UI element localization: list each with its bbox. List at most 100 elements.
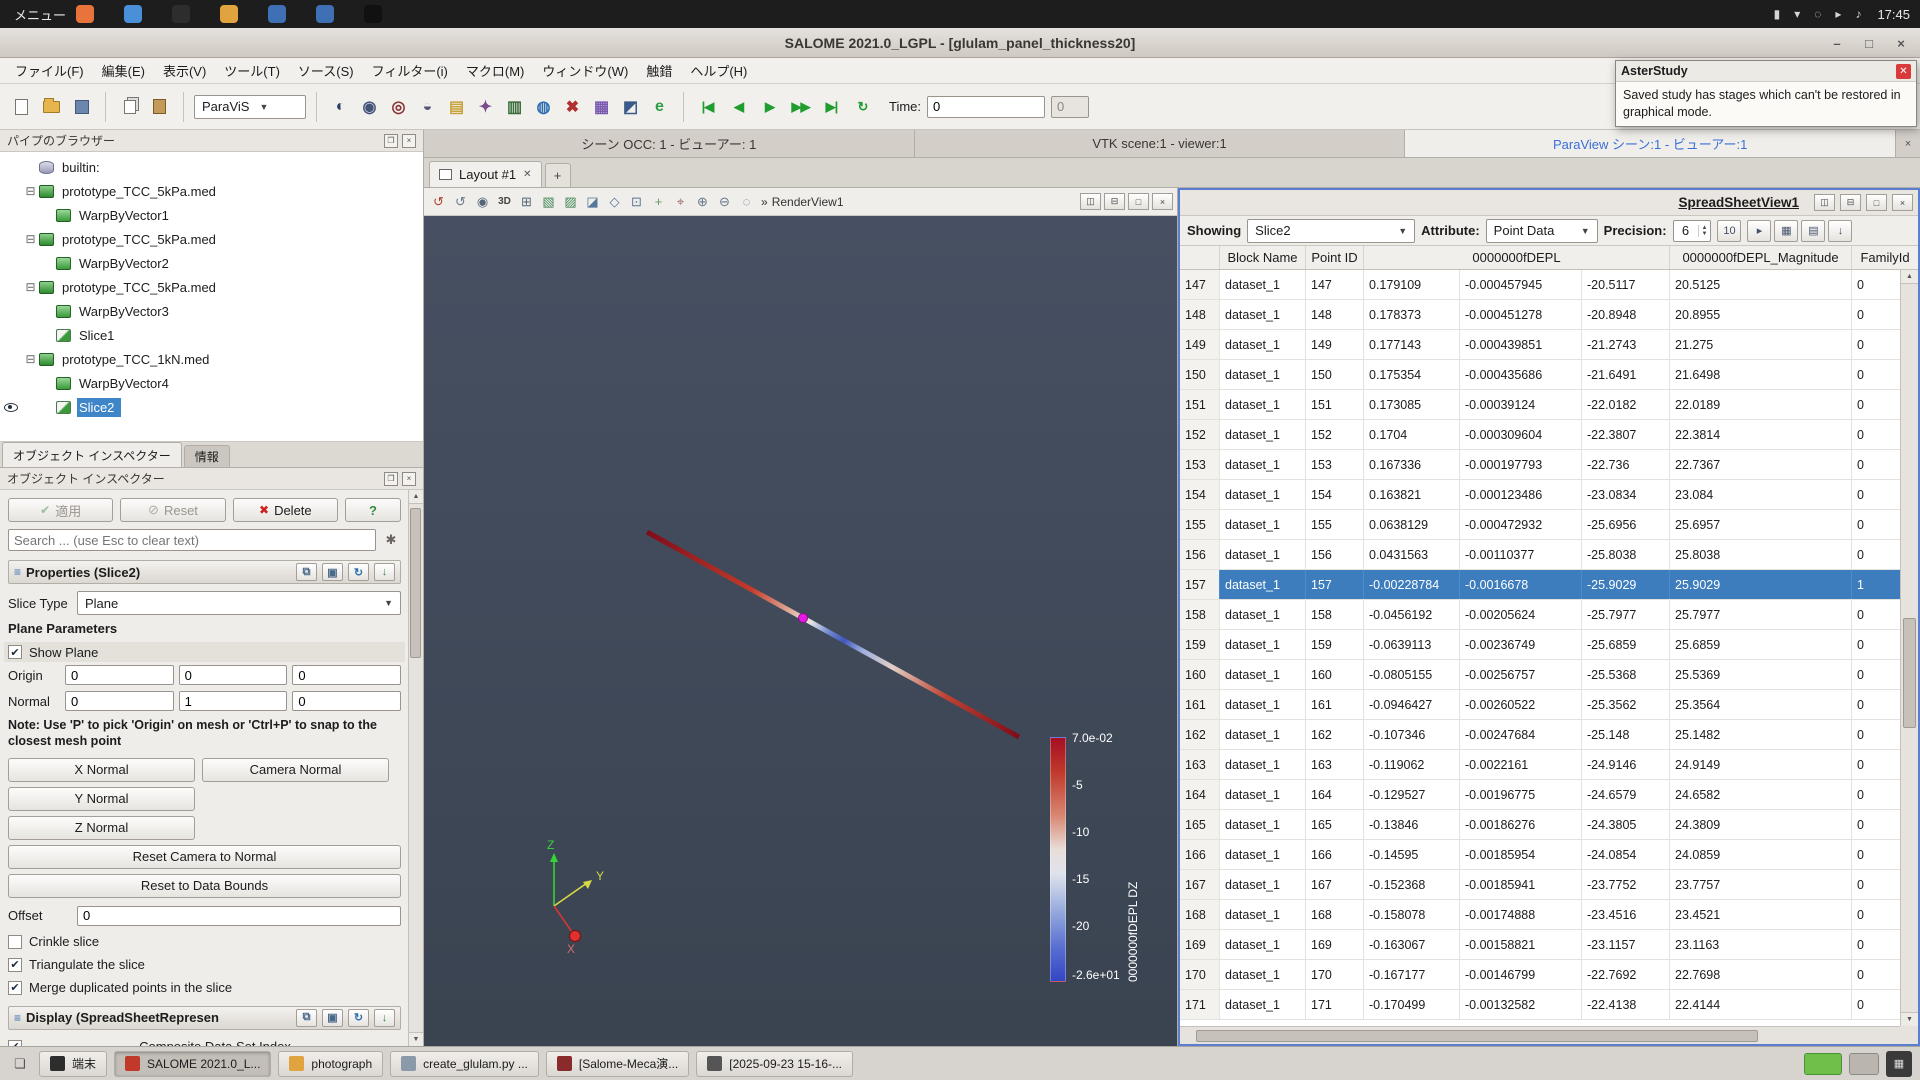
spreadsheet-horizontal-scrollbar[interactable] <box>1180 1026 1900 1044</box>
scrollbar-thumb[interactable] <box>410 508 421 658</box>
showing-combo[interactable]: Slice2 ▼ <box>1247 219 1415 243</box>
table-cell[interactable]: 164 <box>1180 780 1220 809</box>
table-cell[interactable]: 148 <box>1180 300 1220 329</box>
table-cell[interactable]: 0 <box>1852 990 1900 1019</box>
pipeline-item[interactable]: Slice1 <box>0 323 423 347</box>
table-cell[interactable]: -0.000197793 <box>1460 450 1582 479</box>
table-cell[interactable]: dataset_1 <box>1220 720 1306 749</box>
table-cell[interactable]: 25.5369 <box>1670 660 1852 689</box>
scroll-up-icon[interactable]: ▲ <box>409 490 423 504</box>
indicator-dropdown-icon[interactable]: ▾ <box>1794 7 1800 21</box>
table-cell[interactable]: 0.178373 <box>1364 300 1460 329</box>
origin-y-input[interactable] <box>179 665 288 685</box>
taskbar-recording[interactable]: [2025-09-23 15-16-... <box>696 1051 853 1077</box>
table-cell[interactable]: -22.0182 <box>1582 390 1670 419</box>
system-menu-button[interactable]: メニュー <box>10 5 76 24</box>
table-cell[interactable]: 147 <box>1306 270 1364 299</box>
table-cell[interactable]: 166 <box>1306 840 1364 869</box>
spin-down-icon[interactable]: ▼ <box>1702 231 1708 237</box>
table-cell[interactable]: -0.119062 <box>1364 750 1460 779</box>
menu-item[interactable]: ウィンドウ(W) <box>533 58 637 83</box>
plot-data-icon[interactable]: ▥ <box>501 93 528 120</box>
table-row[interactable]: 165dataset_1165-0.13846-0.00186276-24.38… <box>1180 810 1900 840</box>
table-cell[interactable]: -0.13846 <box>1364 810 1460 839</box>
table-cell[interactable]: -0.000472932 <box>1460 510 1582 539</box>
table-cell[interactable]: dataset_1 <box>1220 960 1306 989</box>
reset-camera-to-normal-button[interactable]: Reset Camera to Normal <box>8 845 401 869</box>
table-cell[interactable]: 22.7367 <box>1670 450 1852 479</box>
table-row[interactable]: 154dataset_11540.163821-0.000123486-23.0… <box>1180 480 1900 510</box>
table-cell[interactable]: dataset_1 <box>1220 600 1306 629</box>
table-cell[interactable]: 22.7698 <box>1670 960 1852 989</box>
table-cell[interactable]: 169 <box>1306 930 1364 959</box>
taskbar-indicator-icon[interactable]: ❏ <box>8 1052 32 1076</box>
minimize-button[interactable]: – <box>1828 34 1846 52</box>
table-row[interactable]: 166dataset_1166-0.14595-0.00185954-24.08… <box>1180 840 1900 870</box>
table-cell[interactable]: -24.9146 <box>1582 750 1670 779</box>
table-cell[interactable]: -0.167177 <box>1364 960 1460 989</box>
pipeline-item[interactable]: WarpByVector4 <box>0 371 423 395</box>
table-cell[interactable]: 25.1482 <box>1670 720 1852 749</box>
table-row[interactable]: 155dataset_11550.0638129-0.000472932-25.… <box>1180 510 1900 540</box>
reset-to-data-bounds-button[interactable]: Reset to Data Bounds <box>8 874 401 898</box>
maximize-view-icon[interactable]: □ <box>1866 194 1887 211</box>
table-cell[interactable]: 170 <box>1306 960 1364 989</box>
table-cell[interactable]: 150 <box>1180 360 1220 389</box>
pipeline-item[interactable]: WarpByVector3 <box>0 299 423 323</box>
table-cell[interactable]: 21.275 <box>1670 330 1852 359</box>
table-cell[interactable]: 155 <box>1180 510 1220 539</box>
table-cell[interactable]: -0.00205624 <box>1460 600 1582 629</box>
frame-spinbox[interactable] <box>1051 96 1089 118</box>
reload-properties-icon[interactable]: ↻ <box>348 563 369 581</box>
show-only-selected-icon[interactable]: ▸ <box>1747 220 1771 242</box>
table-cell[interactable]: -0.00185941 <box>1460 870 1582 899</box>
origin-z-input[interactable] <box>292 665 401 685</box>
table-cell[interactable]: 154 <box>1306 480 1364 509</box>
save-document-button[interactable] <box>68 93 95 120</box>
table-cell[interactable]: -0.000451278 <box>1460 300 1582 329</box>
table-row[interactable]: 161dataset_1161-0.0946427-0.00260522-25.… <box>1180 690 1900 720</box>
table-cell[interactable]: -0.00196775 <box>1460 780 1582 809</box>
table-row[interactable]: 149dataset_11490.177143-0.000439851-21.2… <box>1180 330 1900 360</box>
paraview-app2-icon[interactable] <box>316 5 334 23</box>
select-frustum-cells-icon[interactable]: ◪ <box>582 191 603 212</box>
table-cell[interactable]: -0.00132582 <box>1460 990 1582 1019</box>
table-cell[interactable]: dataset_1 <box>1220 390 1306 419</box>
table-cell[interactable]: 160 <box>1180 660 1220 689</box>
table-cell[interactable]: 159 <box>1180 630 1220 659</box>
copy-properties-icon[interactable]: ⧉ <box>296 563 317 581</box>
tab-information[interactable]: 情報 <box>184 445 230 467</box>
table-cell[interactable]: -25.3562 <box>1582 690 1670 719</box>
tree-expander-icon[interactable]: ⊟ <box>22 352 39 366</box>
table-row[interactable]: 153dataset_11530.167336-0.000197793-22.7… <box>1180 450 1900 480</box>
vcr-last-button[interactable]: ▶| <box>818 93 845 120</box>
table-cell[interactable]: 156 <box>1306 540 1364 569</box>
table-row[interactable]: 150dataset_11500.175354-0.000435686-21.6… <box>1180 360 1900 390</box>
location-icon[interactable]: ▸ <box>1835 7 1841 21</box>
toggle-3d-icon[interactable]: 3D <box>494 191 515 212</box>
checkbox[interactable]: ✔ <box>8 958 22 972</box>
table-cell[interactable]: 0 <box>1852 540 1900 569</box>
maximize-view-icon[interactable]: □ <box>1128 193 1149 210</box>
display-section-header[interactable]: ≡ Display (SpreadSheetRepresen ⧉ ▣ ↻ ↓ <box>8 1006 401 1030</box>
table-cell[interactable]: -0.00228784 <box>1364 570 1460 599</box>
table-cell[interactable]: -25.8038 <box>1582 540 1670 569</box>
table-cell[interactable]: dataset_1 <box>1220 480 1306 509</box>
table-cell[interactable]: -22.3807 <box>1582 420 1670 449</box>
globe-icon[interactable]: ◍ <box>530 93 557 120</box>
table-cell[interactable]: 25.3564 <box>1670 690 1852 719</box>
table-cell[interactable]: 152 <box>1306 420 1364 449</box>
viewer-tab-close-icon[interactable]: × <box>1896 130 1920 157</box>
table-row[interactable]: 170dataset_1170-0.167177-0.00146799-22.7… <box>1180 960 1900 990</box>
table-cell[interactable]: 23.1163 <box>1670 930 1852 959</box>
toggle-cell-connectivity-icon[interactable]: ▤ <box>1801 220 1825 242</box>
table-cell[interactable]: 20.8955 <box>1670 300 1852 329</box>
table-cell[interactable]: -0.158078 <box>1364 900 1460 929</box>
table-cell[interactable]: -23.0834 <box>1582 480 1670 509</box>
table-cell[interactable]: -0.0456192 <box>1364 600 1460 629</box>
menu-item[interactable]: 表示(V) <box>154 58 215 83</box>
table-row[interactable]: 152dataset_11520.1704-0.000309604-22.380… <box>1180 420 1900 450</box>
table-row[interactable]: 163dataset_1163-0.119062-0.0022161-24.91… <box>1180 750 1900 780</box>
table-cell[interactable]: 167 <box>1306 870 1364 899</box>
table-cell[interactable]: -0.00146799 <box>1460 960 1582 989</box>
